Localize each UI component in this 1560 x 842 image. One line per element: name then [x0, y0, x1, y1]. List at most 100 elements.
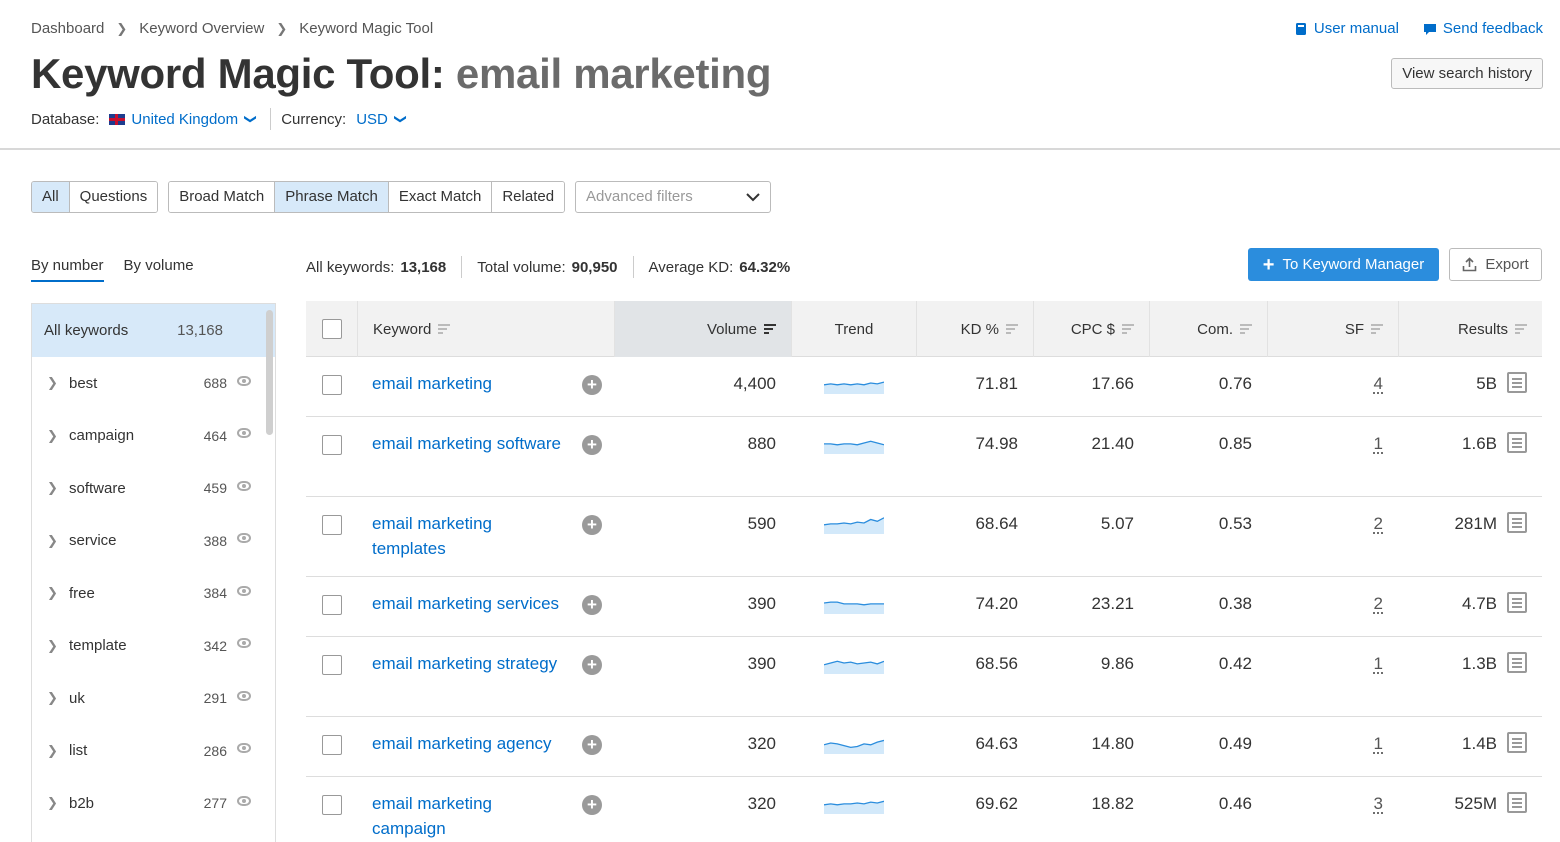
sort-icon: [764, 324, 776, 334]
select-all-checkbox[interactable]: [322, 319, 342, 339]
column-header-com[interactable]: Com.: [1149, 301, 1267, 357]
serp-features-count[interactable]: 3: [1374, 794, 1383, 814]
sidebar-item-free[interactable]: ❯ free 384: [32, 567, 275, 620]
currency-dropdown[interactable]: USD ❯: [356, 111, 406, 128]
eye-icon[interactable]: [237, 691, 251, 701]
com-cell: 0.76: [1149, 357, 1267, 416]
sidebar-item-software[interactable]: ❯ software 459: [32, 462, 275, 515]
sidebar-item-label: best: [69, 375, 204, 392]
tab-by-number[interactable]: By number: [31, 257, 104, 282]
row-checkbox[interactable]: [322, 435, 342, 455]
all-keywords-value: 13,168: [400, 259, 446, 276]
keyword-link[interactable]: email marketing: [372, 371, 492, 396]
advanced-filters-dropdown[interactable]: Advanced filters: [575, 181, 771, 213]
column-header-keyword[interactable]: Keyword: [357, 301, 614, 357]
row-checkbox[interactable]: [322, 595, 342, 615]
keyword-link[interactable]: email marketing campaign: [372, 791, 564, 841]
keyword-link[interactable]: email marketing templates: [372, 511, 564, 561]
row-checkbox[interactable]: [322, 515, 342, 535]
chevron-right-icon[interactable]: ❯: [47, 585, 69, 601]
keyword-link[interactable]: email marketing agency: [372, 731, 552, 756]
chevron-right-icon[interactable]: ❯: [47, 375, 69, 391]
serp-snapshot-icon[interactable]: [1507, 592, 1527, 613]
serp-snapshot-icon[interactable]: [1507, 652, 1527, 673]
sidebar-item-template[interactable]: ❯ template 342: [32, 620, 275, 673]
tab-questions[interactable]: Questions: [69, 182, 158, 212]
serp-features-count[interactable]: 1: [1374, 434, 1383, 454]
sidebar-item-count: 342: [204, 638, 227, 654]
row-checkbox[interactable]: [322, 655, 342, 675]
volume-cell: 590: [614, 497, 791, 576]
results-value: 1.3B: [1462, 654, 1497, 674]
serp-features-count[interactable]: 2: [1374, 594, 1383, 614]
add-to-list-icon[interactable]: +: [582, 375, 602, 395]
chevron-right-icon[interactable]: ❯: [47, 690, 69, 706]
serp-snapshot-icon[interactable]: [1507, 792, 1527, 813]
add-to-list-icon[interactable]: +: [582, 515, 602, 535]
row-checkbox[interactable]: [322, 795, 342, 815]
tab-all[interactable]: All: [32, 182, 69, 212]
serp-snapshot-icon[interactable]: [1507, 512, 1527, 533]
serp-features-count[interactable]: 1: [1374, 654, 1383, 674]
row-checkbox[interactable]: [322, 735, 342, 755]
add-to-list-icon[interactable]: +: [582, 655, 602, 675]
tab-by-volume[interactable]: By volume: [124, 257, 194, 282]
view-search-history-button[interactable]: View search history: [1391, 58, 1543, 89]
column-header-kd[interactable]: KD %: [916, 301, 1033, 357]
tab-related[interactable]: Related: [491, 182, 564, 212]
eye-icon[interactable]: [237, 586, 251, 596]
send-feedback-link[interactable]: Send feedback: [1423, 20, 1543, 37]
tab-phrase-match[interactable]: Phrase Match: [274, 182, 388, 212]
add-to-list-icon[interactable]: +: [582, 435, 602, 455]
sidebar-item-campaign[interactable]: ❯ campaign 464: [32, 410, 275, 463]
serp-features-count[interactable]: 4: [1374, 374, 1383, 394]
breadcrumb-keyword-overview[interactable]: Keyword Overview: [139, 20, 264, 37]
tab-broad-match[interactable]: Broad Match: [169, 182, 274, 212]
breadcrumb-dashboard[interactable]: Dashboard: [31, 20, 104, 37]
trend-cell: [791, 357, 916, 416]
chevron-right-icon[interactable]: ❯: [47, 533, 69, 549]
chevron-right-icon[interactable]: ❯: [47, 428, 69, 444]
sidebar-scrollbar[interactable]: [266, 310, 273, 435]
chevron-right-icon[interactable]: ❯: [47, 795, 69, 811]
column-header-results[interactable]: Results: [1398, 301, 1542, 357]
tab-exact-match[interactable]: Exact Match: [388, 182, 492, 212]
sidebar-item-best[interactable]: ❯ best 688: [32, 357, 275, 410]
kd-cell: 68.64: [916, 497, 1033, 576]
eye-icon[interactable]: [237, 533, 251, 543]
export-button[interactable]: Export: [1449, 248, 1542, 281]
chevron-right-icon[interactable]: ❯: [47, 638, 69, 654]
chevron-right-icon[interactable]: ❯: [47, 743, 69, 759]
add-to-list-icon[interactable]: +: [582, 735, 602, 755]
column-header-sf[interactable]: SF: [1267, 301, 1398, 357]
serp-snapshot-icon[interactable]: [1507, 432, 1527, 453]
serp-snapshot-icon[interactable]: [1507, 732, 1527, 753]
keyword-link[interactable]: email marketing services: [372, 591, 559, 616]
serp-features-count[interactable]: 1: [1374, 734, 1383, 754]
serp-features-count[interactable]: 2: [1374, 514, 1383, 534]
keyword-link[interactable]: email marketing software: [372, 431, 561, 456]
eye-icon[interactable]: [237, 481, 251, 491]
eye-icon[interactable]: [237, 428, 251, 438]
database-dropdown[interactable]: United Kingdom ❯: [109, 111, 256, 128]
table-row: email marketing templates +590 68.64 5.07 0.…: [306, 497, 1542, 577]
column-header-cpc[interactable]: CPC $: [1033, 301, 1149, 357]
sidebar-item-b2b[interactable]: ❯ b2b 277: [32, 777, 275, 830]
add-to-list-icon[interactable]: +: [582, 795, 602, 815]
row-checkbox[interactable]: [322, 375, 342, 395]
user-manual-link[interactable]: User manual: [1294, 20, 1399, 37]
sidebar-item-list[interactable]: ❯ list 286: [32, 725, 275, 778]
serp-snapshot-icon[interactable]: [1507, 372, 1527, 393]
keyword-link[interactable]: email marketing strategy: [372, 651, 557, 676]
add-to-list-icon[interactable]: +: [582, 595, 602, 615]
eye-icon[interactable]: [237, 796, 251, 806]
sidebar-item-uk[interactable]: ❯ uk 291: [32, 672, 275, 725]
eye-icon[interactable]: [237, 376, 251, 386]
eye-icon[interactable]: [237, 743, 251, 753]
column-header-volume[interactable]: Volume: [614, 301, 791, 357]
chevron-right-icon[interactable]: ❯: [47, 480, 69, 496]
eye-icon[interactable]: [237, 638, 251, 648]
to-keyword-manager-button[interactable]: + To Keyword Manager: [1248, 248, 1439, 281]
sidebar-item-all-keywords[interactable]: All keywords 13,168: [32, 304, 275, 357]
sidebar-item-service[interactable]: ❯ service 388: [32, 515, 275, 568]
